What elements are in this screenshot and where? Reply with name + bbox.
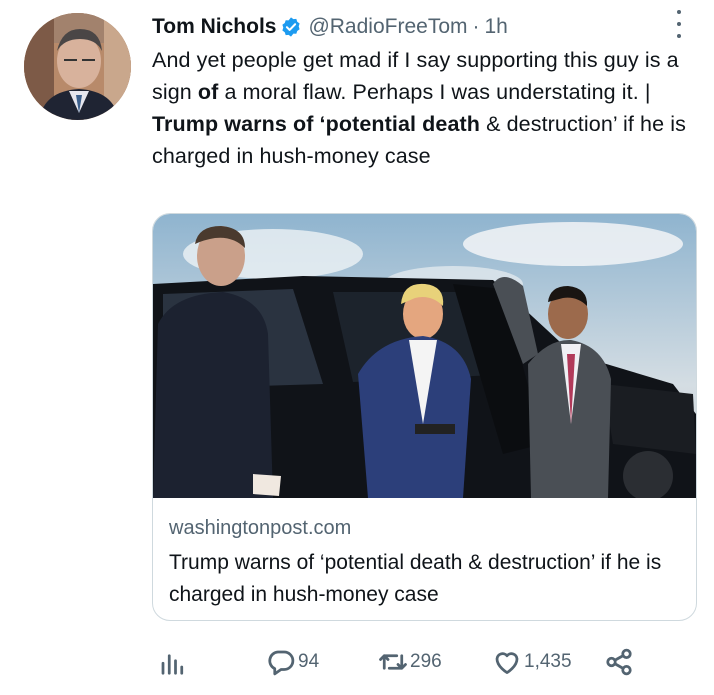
like-count: 1,435 — [524, 651, 572, 672]
link-preview-card[interactable]: washingtonpost.com Trump warns of ‘poten… — [152, 213, 697, 621]
tweet-header: Tom Nichols @RadioFreeTom · 1h — [152, 12, 694, 42]
card-photo — [153, 214, 696, 498]
bar-chart-icon — [161, 654, 184, 675]
tweet-text-bold-headline: Trump warns of ‘potential death — [152, 112, 481, 136]
heart-icon — [495, 652, 519, 674]
retweet-count: 296 — [410, 651, 442, 672]
verified-badge-icon — [282, 17, 301, 37]
separator-dot: · — [472, 15, 480, 38]
reply-button[interactable]: 94 — [266, 642, 319, 682]
reply-icon — [268, 650, 295, 676]
author-handle[interactable]: @RadioFreeTom — [308, 15, 467, 39]
like-button[interactable]: 1,435 — [492, 642, 572, 682]
tweet-timestamp[interactable]: 1h — [485, 15, 508, 39]
reply-count: 94 — [298, 651, 320, 672]
share-button[interactable] — [604, 642, 634, 682]
author-name[interactable]: Tom Nichols — [152, 15, 276, 39]
retweet-button[interactable]: 296 — [378, 642, 442, 682]
author-avatar-image — [24, 13, 131, 120]
views-button[interactable] — [158, 642, 188, 682]
tweet-text: And yet people get mad if I say supporti… — [152, 44, 700, 172]
card-title: Trump warns of ‘potential death & destru… — [169, 551, 662, 606]
tweet-text-bold: of — [197, 80, 219, 104]
tweet-actions: 94 296 1,435 — [152, 642, 712, 682]
share-icon — [606, 648, 632, 676]
card-domain: washingtonpost.com — [169, 517, 352, 539]
more-options-icon[interactable] — [674, 10, 684, 38]
retweet-icon — [379, 654, 407, 670]
tweet-text-part: a moral flaw. Perhaps I was understating… — [218, 80, 651, 104]
author-avatar[interactable] — [24, 13, 131, 120]
